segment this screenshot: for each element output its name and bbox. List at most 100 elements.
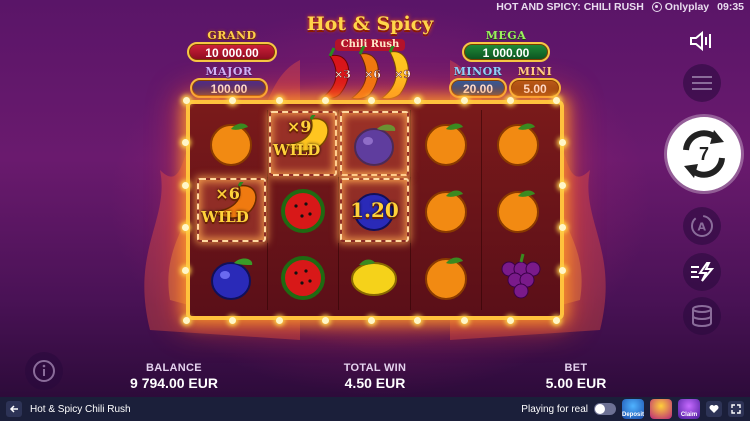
bet-value: 5.00 EUR <box>545 375 607 391</box>
sound-button[interactable] <box>684 25 720 57</box>
bet-label: BET <box>564 362 588 374</box>
balance-value: 9 794.00 EUR <box>130 375 218 391</box>
fullscreen-icon <box>731 404 741 414</box>
grapes-icon <box>501 253 541 299</box>
jackpot-major: MAJOR 100.00 <box>190 66 268 98</box>
balance: BALANCE 9 794.00 EUR <box>120 362 228 391</box>
bet-button[interactable] <box>683 297 721 335</box>
total-win: TOTAL WIN 4.50 EUR <box>330 362 420 391</box>
total-win-label: TOTAL WIN <box>343 362 407 374</box>
plum-icon <box>354 124 396 167</box>
bet-stack-icon <box>692 305 712 327</box>
cell-r2-c0 <box>196 243 268 310</box>
favorite-button[interactable] <box>706 401 722 417</box>
game-logo: Hot & Spicy Chili Rush ×3 ×6 ×9 <box>300 14 440 100</box>
logo-mult-3: ×9 <box>394 68 411 81</box>
sound-icon <box>690 30 711 52</box>
cell-r1-c1 <box>268 176 340 244</box>
autoplay-button[interactable]: A <box>683 207 721 245</box>
status-bar: HOT AND SPICY: CHILI RUSH Onlyplay 09:35 <box>496 0 750 14</box>
cell-r0-c4 <box>482 110 554 177</box>
orange-icon <box>425 190 468 233</box>
orange-icon <box>425 123 468 167</box>
jackpot-mini-label: MINI <box>517 65 553 78</box>
orange-icon <box>497 123 540 167</box>
svg-text:A: A <box>698 221 707 234</box>
game-title: HOT AND SPICY: CHILI RUSH <box>496 1 644 13</box>
spins-remaining: 7 <box>698 143 709 164</box>
wild-symbol: ×6 WILD <box>199 181 263 238</box>
cash-value: 1.20 <box>350 197 399 222</box>
promo-deposit[interactable]: Deposit <box>622 399 644 419</box>
jackpot-minor-label: MINOR <box>453 65 503 78</box>
promo-claim[interactable]: Claim <box>678 399 700 419</box>
jackpot-grand: GRAND 10 000.00 <box>187 30 277 62</box>
info-icon <box>33 360 55 382</box>
bet: BET 5.00 EUR <box>534 362 618 391</box>
orange-icon <box>497 190 540 233</box>
game-stage: HOT AND SPICY: CHILI RUSH Onlyplay 09:35… <box>0 0 750 397</box>
reel-frame: ×9 WILD ×6 WILD 1.20 <box>182 97 566 324</box>
balance-label: BALANCE <box>146 362 202 374</box>
real-mode-toggle[interactable] <box>594 403 616 415</box>
lemon-icon <box>351 259 398 296</box>
jackpot-mini-value: 5.00 <box>509 78 561 98</box>
jackpot-mega-label: MEGA <box>485 29 527 42</box>
jackpot-minor-value: 20.00 <box>449 78 507 98</box>
footer-actions: Playing for real Deposit Claim <box>521 399 750 419</box>
turbo-icon <box>691 262 715 282</box>
menu-icon <box>692 76 712 90</box>
cell-r2-c2 <box>339 243 411 310</box>
plum-icon <box>211 258 253 300</box>
real-mode-label: Playing for real <box>521 403 588 415</box>
wild-label: WILD <box>272 141 321 160</box>
cell-r0-c1: ×9 WILD <box>268 110 340 177</box>
heart-icon <box>709 405 719 413</box>
footer-bar: Hot & Spicy Chili Rush Playing for real … <box>0 397 750 421</box>
brand: Onlyplay <box>651 1 709 13</box>
jackpot-mini: MINI 5.00 <box>509 66 561 98</box>
total-win-value: 4.50 EUR <box>344 375 406 391</box>
wild-multiplier: ×6 <box>215 183 240 203</box>
jackpot-minor: MINOR 20.00 <box>449 66 507 98</box>
logo-mult-2: ×6 <box>364 68 381 81</box>
cell-r1-c2: 1.20 <box>339 176 411 244</box>
fullscreen-button[interactable] <box>728 401 744 417</box>
jackpot-major-label: MAJOR <box>205 65 253 78</box>
menu-button[interactable] <box>683 64 721 102</box>
turbo-button[interactable] <box>683 253 721 291</box>
watermelon-icon <box>280 188 325 233</box>
cell-r0-c0 <box>196 110 268 177</box>
cell-r2-c4 <box>482 243 554 310</box>
cell-r0-c2 <box>339 110 411 177</box>
arrow-left-icon <box>9 405 18 413</box>
reel-grid: ×9 WILD ×6 WILD 1.20 <box>196 110 554 310</box>
spin-button[interactable]: 7 <box>667 117 741 191</box>
back-button[interactable] <box>6 401 22 417</box>
clock: 09:35 <box>717 1 744 13</box>
jackpot-grand-label: GRAND <box>207 29 257 42</box>
cell-r1-c0: ×6 WILD <box>196 176 268 244</box>
wild-symbol: ×9 WILD <box>271 115 335 171</box>
wild-label: WILD <box>201 207 249 226</box>
orange-icon <box>425 257 468 300</box>
wild-multiplier: ×9 <box>286 117 312 137</box>
cell-r2-c1 <box>268 243 340 310</box>
cell-r1-c3 <box>411 176 483 244</box>
cell-r0-c3 <box>411 110 483 177</box>
onlyplay-logo-icon <box>651 2 662 12</box>
logo-mult-1: ×3 <box>334 68 351 81</box>
autoplay-icon: A <box>691 215 713 237</box>
jackpot-mega-value: 1 000.00 <box>462 42 550 62</box>
chili-peppers-icon: ×3 ×6 ×9 <box>320 46 411 100</box>
footer-game-name: Hot & Spicy Chili Rush <box>30 403 131 415</box>
watermelon-icon <box>280 255 325 300</box>
jackpot-mega: MEGA 1 000.00 <box>462 30 550 62</box>
info-button[interactable] <box>25 352 63 390</box>
jackpot-major-value: 100.00 <box>190 78 268 98</box>
logo-title: Hot & Spicy <box>306 13 434 35</box>
promo-bonus[interactable] <box>650 399 672 419</box>
cell-r1-c4 <box>482 177 554 244</box>
orange-icon <box>210 123 253 167</box>
cell-r2-c3 <box>411 243 483 310</box>
